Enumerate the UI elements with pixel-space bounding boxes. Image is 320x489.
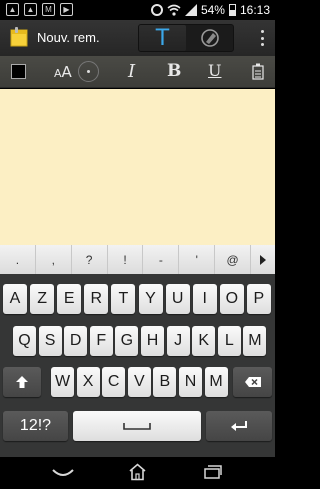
battery-percent: 54% <box>200 3 225 17</box>
system-status: 54% 16:13 <box>150 3 270 17</box>
suggestion-key[interactable]: . <box>0 245 36 274</box>
key-n[interactable]: N <box>179 367 202 397</box>
key-l[interactable]: L <box>217 326 241 356</box>
wifi-icon <box>167 4 181 16</box>
expand-suggestions-icon[interactable] <box>251 245 275 274</box>
key-j[interactable]: J <box>166 326 190 356</box>
suggestion-key[interactable]: ? <box>72 245 108 274</box>
eraser-icon <box>200 29 219 47</box>
key-o[interactable]: O <box>219 284 244 314</box>
backspace-icon <box>244 377 261 387</box>
italic-button[interactable]: I <box>128 61 135 82</box>
key-u[interactable]: U <box>165 284 190 314</box>
image-icon: ▲ <box>6 3 19 16</box>
key-i[interactable]: I <box>192 284 217 314</box>
key-v[interactable]: V <box>127 367 151 397</box>
navigation-bar <box>0 457 275 489</box>
alarm-icon <box>150 4 163 16</box>
suggestion-key[interactable]: , <box>36 245 72 274</box>
action-bar: Nouv. rem. T <box>0 20 275 56</box>
brush-size-icon[interactable] <box>78 61 99 82</box>
key-x[interactable]: X <box>76 367 100 397</box>
key-r[interactable]: R <box>84 284 109 314</box>
key-m[interactable]: M <box>243 326 267 356</box>
key-t[interactable]: T <box>111 284 136 314</box>
space-icon <box>123 423 151 430</box>
key-y[interactable]: Y <box>138 284 163 314</box>
notification-icons: ▲ ▲ M ▶ <box>6 3 73 16</box>
key-e[interactable]: E <box>57 284 82 314</box>
shift-icon <box>16 376 28 388</box>
text-color-button[interactable] <box>11 64 26 79</box>
font-size-small-label: A <box>54 67 62 80</box>
back-icon[interactable] <box>52 467 74 479</box>
key-z[interactable]: Z <box>30 284 55 314</box>
key-p[interactable]: P <box>246 284 271 314</box>
battery-icon <box>228 4 236 16</box>
keyboard: .,?! - ' @ A Z E R T Y U I O P Q S D F G H J K L M W X C V B N M 12!? <box>0 245 275 457</box>
format-toolbar: AA I B U <box>0 56 275 88</box>
key-h[interactable]: H <box>141 326 164 356</box>
suggestion-key[interactable]: - <box>143 245 180 274</box>
image-icon: ▲ <box>24 3 37 16</box>
bold-button[interactable]: B <box>167 61 181 81</box>
symbols-key[interactable]: 12!? <box>3 411 68 441</box>
key-w[interactable]: W <box>51 367 74 397</box>
gmail-icon: M <box>42 3 55 16</box>
note-text-area[interactable] <box>0 89 275 245</box>
key-c[interactable]: C <box>102 367 126 397</box>
suggestion-key[interactable]: @ <box>215 245 252 274</box>
key-k[interactable]: K <box>192 326 216 356</box>
signal-icon <box>184 4 197 16</box>
key-q[interactable]: Q <box>13 326 36 356</box>
enter-key[interactable] <box>206 411 272 441</box>
play-store-icon: ▶ <box>60 3 73 16</box>
draw-mode-button[interactable] <box>186 25 233 51</box>
suggestion-bar: .,?! - ' @ <box>0 245 275 274</box>
home-icon[interactable] <box>128 463 147 481</box>
key-g[interactable]: G <box>115 326 139 356</box>
backspace-key[interactable] <box>233 367 272 397</box>
status-bar: ▲ ▲ M ▶ 54% 16:13 <box>0 0 275 20</box>
enter-icon <box>231 421 247 431</box>
suggestion-key[interactable]: ! <box>108 245 144 274</box>
overflow-menu-icon[interactable] <box>261 30 265 46</box>
key-b[interactable]: B <box>153 367 177 397</box>
font-size-big-label: A <box>61 63 72 81</box>
key-a[interactable]: A <box>3 284 27 314</box>
key-f[interactable]: F <box>89 326 113 356</box>
text-mode-label: T <box>155 25 170 51</box>
key-s[interactable]: S <box>38 326 62 356</box>
space-key[interactable] <box>73 411 201 441</box>
clock: 16:13 <box>239 3 270 17</box>
font-size-button[interactable]: AA <box>54 62 72 81</box>
key-m[interactable]: M <box>204 367 228 397</box>
page-title: Nouv. rem. <box>37 30 100 45</box>
shift-key[interactable] <box>3 367 41 397</box>
key-d[interactable]: D <box>64 326 88 356</box>
notes-app-icon[interactable] <box>10 27 29 47</box>
text-mode-button[interactable]: T <box>139 25 186 51</box>
suggestion-key[interactable]: ' <box>179 245 216 274</box>
recent-apps-icon[interactable] <box>204 465 222 479</box>
checklist-icon[interactable] <box>252 63 264 80</box>
underline-button[interactable]: U <box>208 61 221 80</box>
mode-switcher: T <box>138 24 234 52</box>
